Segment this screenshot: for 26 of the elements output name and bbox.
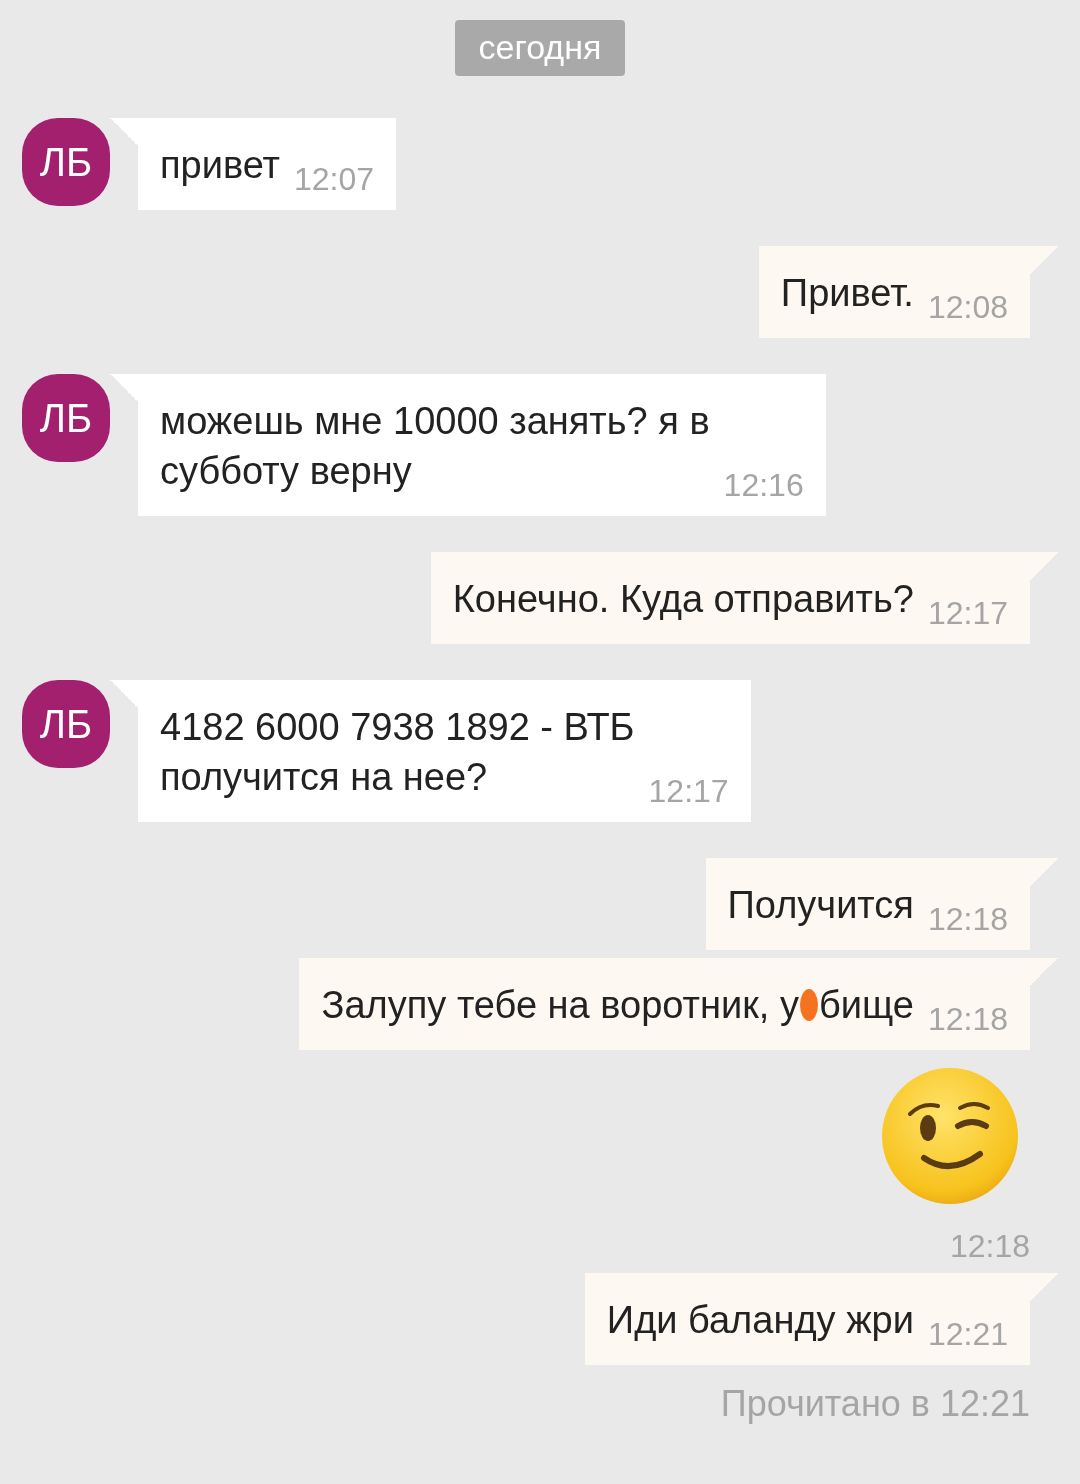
message-text: субботу верну [160,449,413,494]
message-time: 12:18 [949,1228,1030,1265]
message-text: Получится [727,883,914,928]
message-time: 12:08 [927,289,1008,326]
message-text: бище [818,983,914,1028]
message-time: 12:16 [723,467,804,504]
avatar[interactable]: ЛБ [22,374,110,462]
message-time: 12:17 [648,773,729,810]
message-text: Залупу тебе на воротник, у [321,983,799,1028]
message-time: 12:18 [927,1001,1008,1038]
message-text: 4182 6000 7938 1892 - ВТБ [160,705,635,750]
message-time: 12:21 [927,1316,1008,1353]
date-label: сегодня [454,20,626,76]
message-text: Конечно. Куда отправить? [452,577,914,622]
avatar[interactable]: ЛБ [22,118,110,206]
read-receipt: Прочитано в 12:21 [720,1383,1030,1425]
message-time: 12:17 [927,595,1008,632]
message-text: можешь мне 10000 занять? я в [160,399,710,444]
message-text: Иди баланду жри [606,1298,914,1343]
censor-mark [799,989,818,1021]
message-text: Привет. [780,271,914,316]
message-text: получится на нее? [160,755,489,800]
avatar[interactable]: ЛБ [22,680,110,768]
message-time: 12:18 [927,901,1008,938]
message-text: привет [160,143,280,188]
message-time: 12:07 [294,161,375,198]
